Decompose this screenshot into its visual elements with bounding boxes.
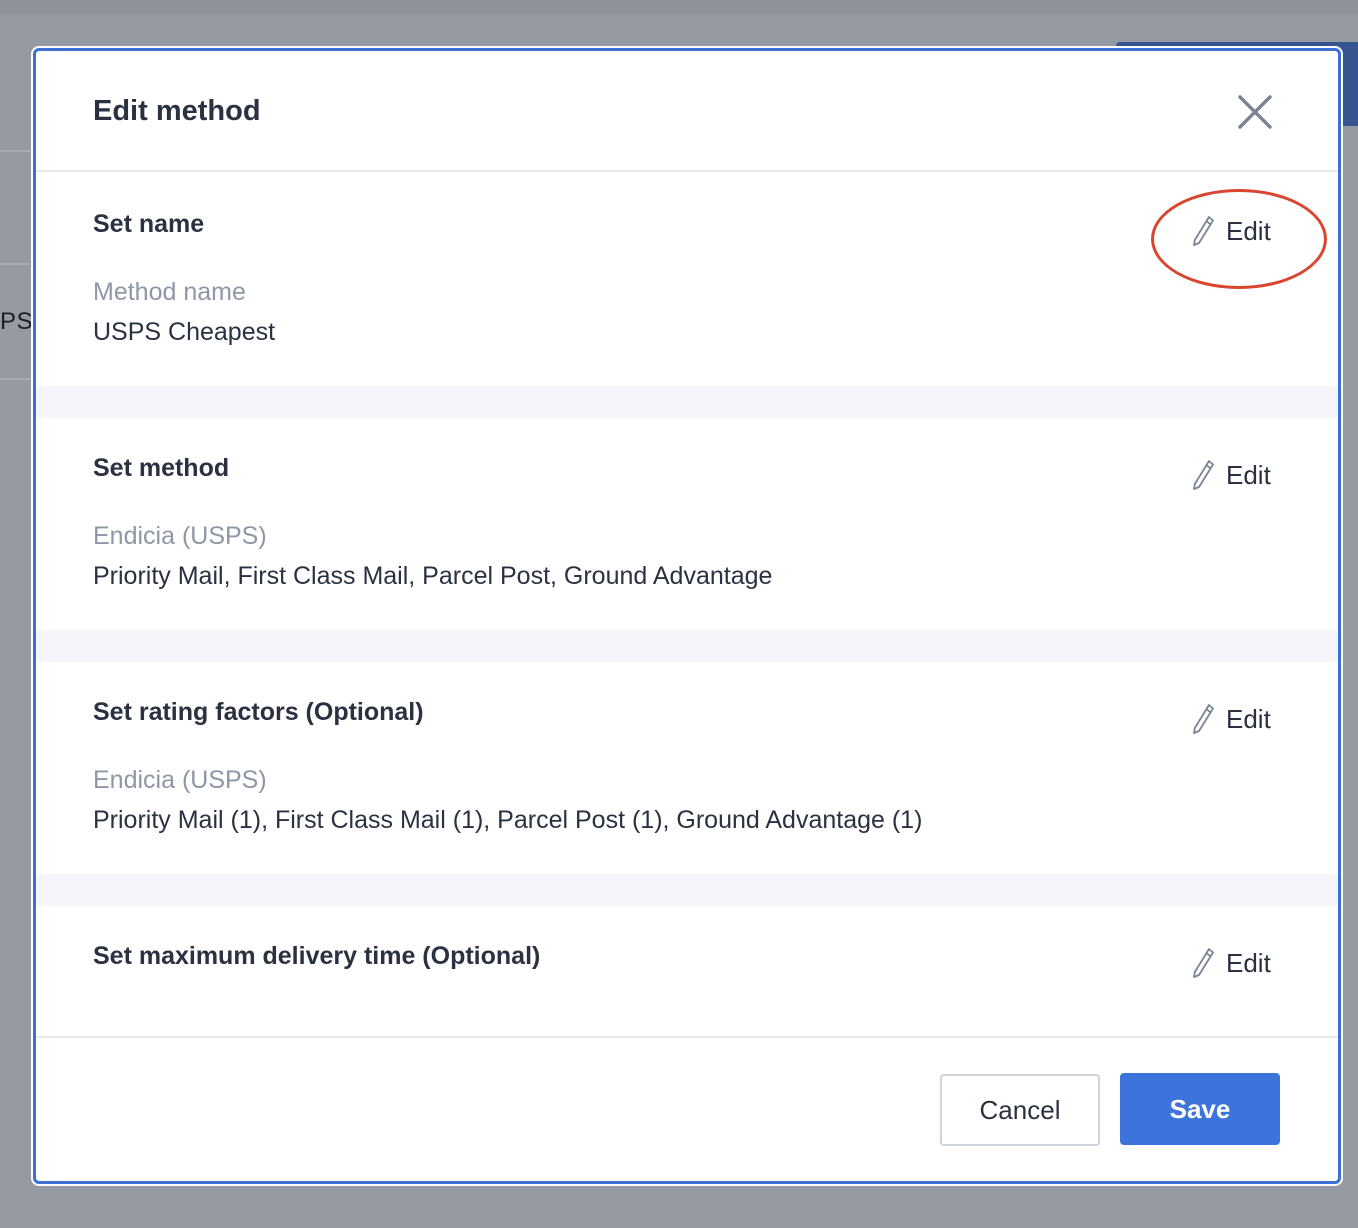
edit-method-modal: Edit method Set name Method name USPS Ch… (33, 48, 1341, 1184)
section-label: Endicia (USPS) (93, 522, 267, 550)
section-set-name: Set name Method name USPS Cheapest Edit (36, 174, 1338, 386)
pencil-icon (1193, 460, 1214, 490)
section-value: Priority Mail (1), First Class Mail (1),… (93, 806, 923, 834)
background-topbar (0, 0, 1358, 14)
modal-header: Edit method (36, 51, 1338, 172)
edit-label: Edit (1226, 947, 1271, 978)
edit-label: Edit (1226, 459, 1271, 490)
pencil-icon (1193, 948, 1214, 978)
section-value: USPS Cheapest (93, 318, 276, 346)
section-set-method: Set method Endicia (USPS) Priority Mail,… (36, 418, 1338, 630)
section-set-max-delivery-time: Set maximum delivery time (Optional) Edi… (36, 906, 1338, 1036)
close-button[interactable] (1236, 93, 1274, 131)
section-title: Set method (93, 454, 230, 482)
section-label: Endicia (USPS) (93, 766, 267, 794)
cancel-button[interactable]: Cancel (940, 1074, 1100, 1146)
modal-footer: Cancel Save (36, 1036, 1338, 1181)
edit-method-button[interactable]: Edit (1190, 458, 1271, 492)
pencil-icon (1193, 704, 1214, 734)
save-button[interactable]: Save (1120, 1073, 1280, 1145)
section-title: Set name (93, 210, 205, 238)
annotation-circle (1151, 189, 1327, 289)
modal-title: Edit method (93, 95, 261, 127)
section-title: Set rating factors (Optional) (93, 698, 424, 726)
section-divider (36, 874, 1338, 906)
edit-label: Edit (1226, 703, 1271, 734)
section-value: Priority Mail, First Class Mail, Parcel … (93, 562, 773, 590)
section-title: Set maximum delivery time (Optional) (93, 942, 541, 970)
section-set-rating-factors: Set rating factors (Optional) Endicia (U… (36, 662, 1338, 874)
edit-rating-factors-button[interactable]: Edit (1190, 702, 1271, 736)
edit-delivery-time-button[interactable]: Edit (1190, 946, 1271, 980)
section-label: Method name (93, 278, 246, 306)
section-divider (36, 386, 1338, 418)
section-divider (36, 630, 1338, 662)
close-icon (1238, 95, 1272, 129)
